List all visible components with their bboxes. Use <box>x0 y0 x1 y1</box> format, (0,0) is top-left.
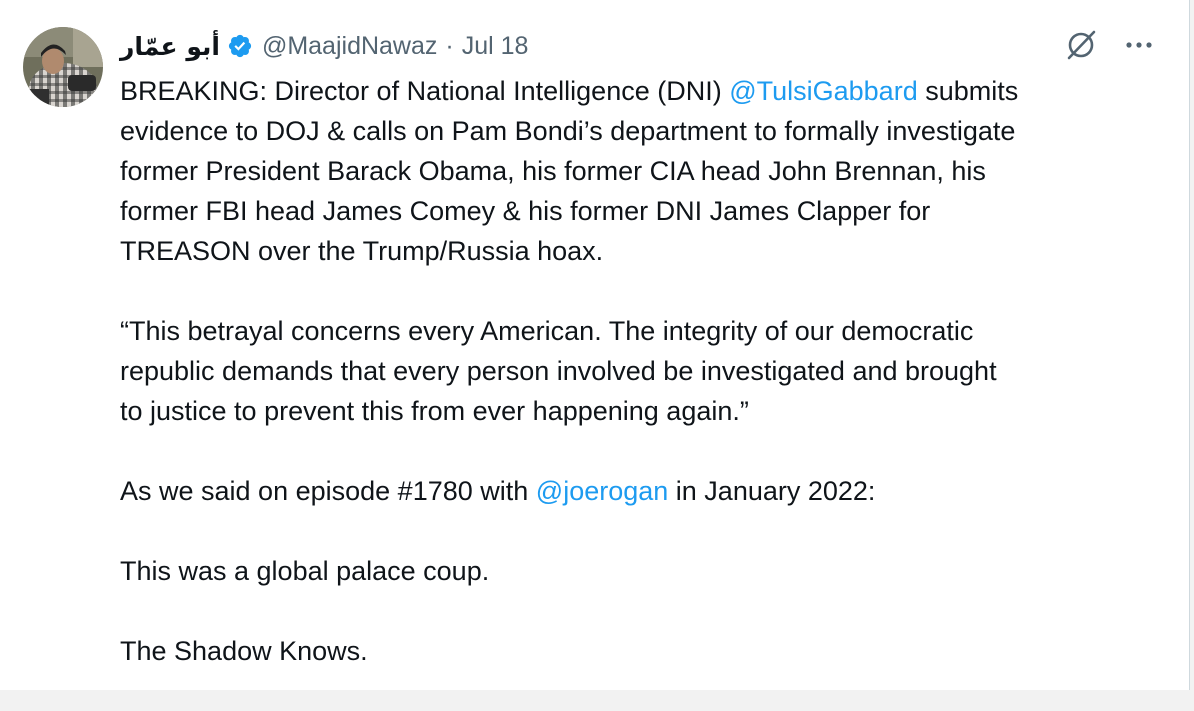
display-name[interactable]: أبو عمّار <box>120 32 220 61</box>
avatar-image <box>23 27 103 107</box>
text-line: former FBI head James Comey & his former… <box>120 196 931 226</box>
tweet-text: BREAKING: Director of National Intellige… <box>120 71 1170 711</box>
text-segment: BREAKING: Director of National Intellige… <box>120 76 730 106</box>
verified-badge-icon <box>227 33 253 59</box>
text-segment: in January 2022: <box>668 476 876 506</box>
tweet-date[interactable]: Jul 18 <box>462 32 529 61</box>
text-line: TREASON over the Trump/Russia hoax. <box>120 236 604 266</box>
text-line: “This betrayal concerns every American. … <box>120 316 974 346</box>
tweet-paragraph: As we said on episode #1780 with @joerog… <box>120 471 1170 511</box>
tweet-paragraph: This was a global palace coup. <box>120 551 1170 591</box>
avatar[interactable] <box>23 27 103 107</box>
text-line: former President Barack Obama, his forme… <box>120 156 986 186</box>
text-line: evidence to DOJ & calls on Pam Bondi’s d… <box>120 116 1016 146</box>
mention-link-joerogan[interactable]: @joerogan <box>536 476 669 506</box>
text-segment: As we said on episode #1780 with <box>120 476 536 506</box>
tweet-card[interactable]: أبو عمّار @MaajidNawaz · Jul 18 BREAKING… <box>0 0 1190 690</box>
tweet-actions <box>1064 28 1154 62</box>
tweet-paragraph: BREAKING: Director of National Intellige… <box>120 71 1170 271</box>
tweet-paragraph: “This betrayal concerns every American. … <box>120 311 1170 431</box>
text-line: republic demands that every person invol… <box>120 356 997 386</box>
text-line: BREAKING: Director of National Intellige… <box>120 71 1170 111</box>
user-handle[interactable]: @MaajidNawaz <box>262 32 437 61</box>
text-segment: submits <box>917 76 1019 106</box>
text-line: The Shadow Knows. <box>120 636 368 666</box>
text-line: This was a global palace coup. <box>120 556 490 586</box>
text-line: As we said on episode #1780 with @joerog… <box>120 471 1170 511</box>
grok-icon[interactable] <box>1064 28 1098 62</box>
text-line: to justice to prevent this from ever hap… <box>120 396 749 426</box>
more-horizontal-icon[interactable] <box>1124 28 1154 62</box>
tweet-paragraph: The Shadow Knows. <box>120 631 1170 671</box>
tweet-header: أبو عمّار @MaajidNawaz · Jul 18 <box>120 30 528 62</box>
mention-link-tulsigabbard[interactable]: @TulsiGabbard <box>729 76 918 106</box>
header-separator: · <box>445 31 454 60</box>
